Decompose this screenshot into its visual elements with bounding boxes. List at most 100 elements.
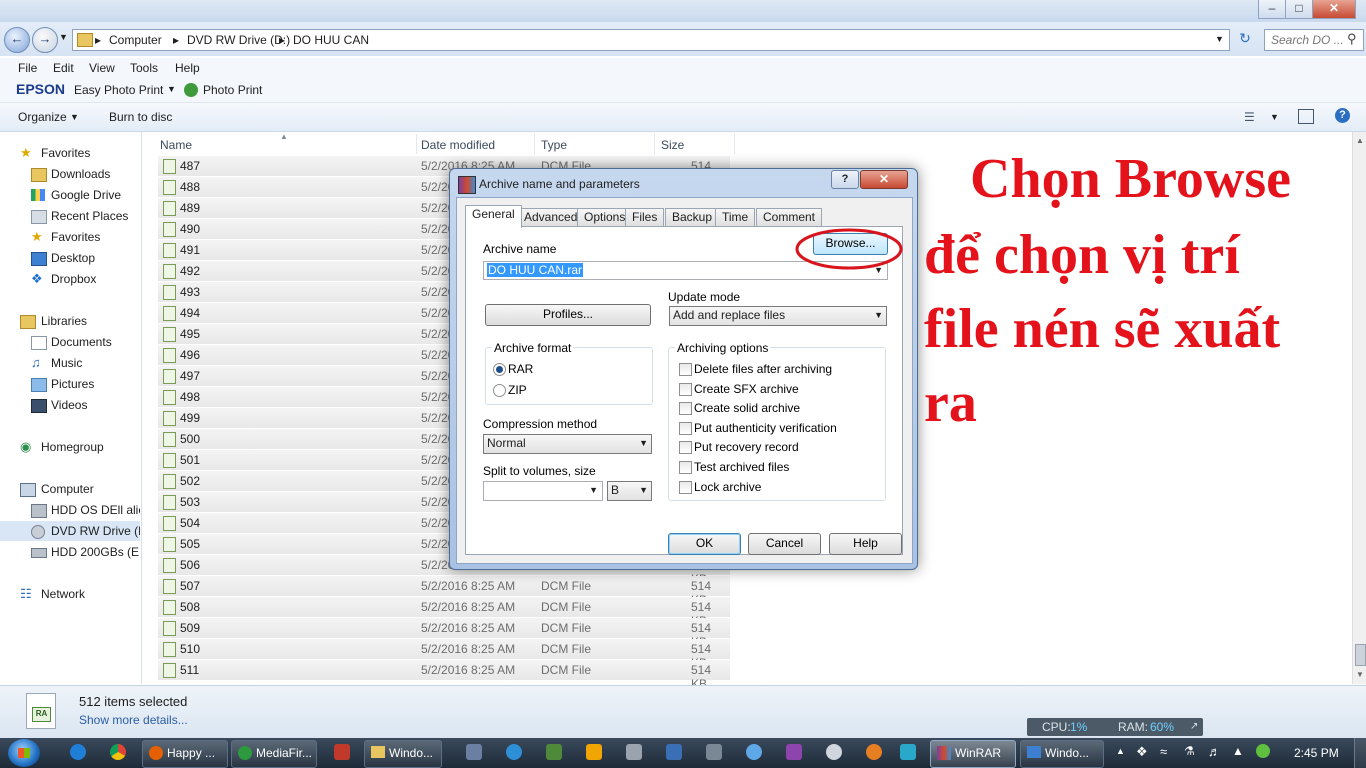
app-icon[interactable]	[900, 744, 916, 760]
column-divider[interactable]	[534, 134, 535, 154]
help-icon[interactable]: ?	[1335, 108, 1350, 123]
column-header-type[interactable]: Type	[541, 138, 567, 152]
profiles-button[interactable]: Profiles...	[485, 304, 651, 326]
column-divider[interactable]	[416, 134, 417, 154]
nav-homegroup[interactable]: ◉ Homegroup	[0, 437, 140, 457]
menu-view[interactable]: View	[89, 61, 115, 75]
show-more-details-link[interactable]: Show more details...	[79, 713, 188, 727]
start-button[interactable]	[8, 739, 40, 767]
split-volumes-input[interactable]: ▼	[483, 481, 603, 501]
forward-button[interactable]: →	[32, 27, 58, 53]
nav-desktop[interactable]: Desktop	[0, 248, 140, 268]
breadcrumb-dvd-drive[interactable]: DVD RW Drive (D:)	[187, 33, 290, 47]
dropbox-tray-icon[interactable]: ❖	[1136, 744, 1148, 760]
vertical-scrollbar[interactable]: ▲ ▼	[1352, 132, 1366, 684]
app-icon[interactable]	[706, 744, 722, 760]
taskbar-winrar[interactable]: WinRAR	[930, 740, 1016, 768]
nav-dropbox[interactable]: ❖ Dropbox	[0, 269, 140, 289]
app-icon[interactable]	[466, 744, 482, 760]
winrar-small-icon[interactable]	[546, 744, 562, 760]
recent-pages-chevron-icon[interactable]: ▼	[59, 32, 68, 42]
volume-icon[interactable]: ♬	[1208, 744, 1221, 759]
usb-icon[interactable]: ⚗	[1184, 744, 1195, 758]
refresh-icon[interactable]: ↻	[1235, 30, 1255, 50]
nav-recent-places[interactable]: Recent Places	[0, 206, 140, 226]
scroll-down-icon[interactable]: ▼	[1356, 670, 1364, 679]
show-desktop-button[interactable]	[1354, 738, 1366, 768]
meter-expand-icon[interactable]: ↗	[1190, 718, 1198, 736]
menu-tools[interactable]: Tools	[130, 61, 158, 75]
search-input[interactable]: Search DO ... ⚲	[1264, 29, 1364, 51]
split-volumes-dropdown-icon[interactable]: ▼	[589, 485, 598, 495]
nav-videos[interactable]: Videos	[0, 395, 140, 415]
app-icon[interactable]	[334, 744, 350, 760]
nav-network[interactable]: ☷ Network	[0, 584, 140, 604]
option-checkbox[interactable]	[679, 441, 692, 455]
nav-favorites-folder[interactable]: ★ Favorites	[0, 227, 140, 247]
format-rar-radio[interactable]	[493, 363, 506, 376]
split-unit-select[interactable]: B ▼	[607, 481, 652, 501]
wifi-icon[interactable]: ≈	[1160, 744, 1167, 759]
tab-time[interactable]: Time	[715, 208, 756, 227]
compression-method-select[interactable]: Normal ▼	[483, 434, 652, 454]
dialog-close-button[interactable]: ✕	[860, 170, 908, 189]
table-row[interactable]: 5105/2/2016 8:25 AMDCM File514 KB	[158, 639, 730, 670]
view-options-dropdown-icon[interactable]: ▼	[1270, 112, 1279, 122]
option-checkbox[interactable]	[679, 382, 692, 396]
app-icon[interactable]	[666, 744, 682, 760]
app-icon[interactable]	[866, 744, 882, 760]
nav-music[interactable]: ♫ Music	[0, 353, 140, 373]
photo-print-button[interactable]: Photo Print	[203, 83, 262, 97]
tab-comment[interactable]: Comment	[756, 208, 823, 227]
address-bar[interactable]: ▸ Computer ▸ DVD RW Drive (D:) ▸ DO HUU …	[72, 29, 1230, 51]
column-header-name[interactable]: Name	[160, 138, 192, 152]
option-checkbox[interactable]	[679, 421, 692, 435]
organize-dropdown-icon[interactable]: ▼	[70, 112, 79, 122]
column-header-date[interactable]: Date modified	[421, 138, 495, 152]
app-icon[interactable]	[506, 744, 522, 760]
show-hidden-icons[interactable]: ▲	[1116, 746, 1125, 756]
app-icon[interactable]	[626, 744, 642, 760]
nav-pictures[interactable]: Pictures	[0, 374, 140, 394]
easy-photo-print-dropdown-icon[interactable]: ▼	[167, 84, 176, 94]
minimize-button[interactable]: –	[1258, 0, 1286, 19]
table-row[interactable]: 5075/2/2016 8:25 AMDCM File514 KB	[158, 576, 730, 607]
back-button[interactable]: ←	[4, 27, 30, 53]
chrome-icon[interactable]	[110, 744, 126, 760]
format-zip-radio[interactable]	[493, 384, 506, 397]
column-header-size[interactable]: Size	[661, 138, 684, 152]
update-mode-select[interactable]: Add and replace files ▼	[669, 306, 887, 326]
organize-button[interactable]: Organize	[18, 110, 67, 124]
ie-icon[interactable]	[70, 744, 86, 760]
breadcrumb-computer[interactable]: Computer	[109, 33, 162, 47]
nav-libraries[interactable]: Libraries	[0, 311, 140, 331]
preview-pane-icon[interactable]	[1298, 109, 1314, 124]
tab-advanced[interactable]: Advanced	[517, 208, 585, 227]
security-icon[interactable]	[1256, 744, 1270, 758]
option-checkbox[interactable]	[679, 461, 692, 474]
maximize-button[interactable]: □	[1285, 0, 1313, 19]
nav-computer[interactable]: Computer	[0, 479, 140, 499]
address-dropdown-icon[interactable]: ▼	[1215, 34, 1224, 44]
clock[interactable]: 2:45 PM	[1294, 746, 1339, 760]
breadcrumb-folder[interactable]: DO HUU CAN	[293, 33, 369, 47]
close-button[interactable]: ✕	[1312, 0, 1356, 19]
column-divider[interactable]	[734, 134, 735, 154]
cancel-button[interactable]: Cancel	[748, 533, 821, 555]
option-checkbox[interactable]	[679, 480, 692, 494]
taskbar-explorer-1[interactable]: Windo...	[364, 740, 442, 768]
app-icon[interactable]	[826, 744, 842, 760]
app-icon[interactable]	[786, 744, 802, 760]
taskbar-mediafire[interactable]: MediaFir...	[231, 740, 317, 768]
tab-files[interactable]: Files	[625, 208, 665, 227]
scroll-up-icon[interactable]: ▲	[1356, 136, 1364, 145]
option-checkbox[interactable]	[679, 402, 692, 416]
nav-downloads[interactable]: Downloads	[0, 164, 140, 184]
tab-general[interactable]: General	[465, 205, 522, 228]
nav-documents[interactable]: Documents	[0, 332, 140, 352]
app-icon[interactable]	[586, 744, 602, 760]
nav-google-drive[interactable]: Google Drive	[0, 185, 140, 205]
signal-icon[interactable]: ▲	[1232, 744, 1244, 758]
nav-dvd-drive-selected[interactable]: DVD RW Drive (D	[0, 521, 140, 541]
ok-button[interactable]: OK	[668, 533, 741, 555]
